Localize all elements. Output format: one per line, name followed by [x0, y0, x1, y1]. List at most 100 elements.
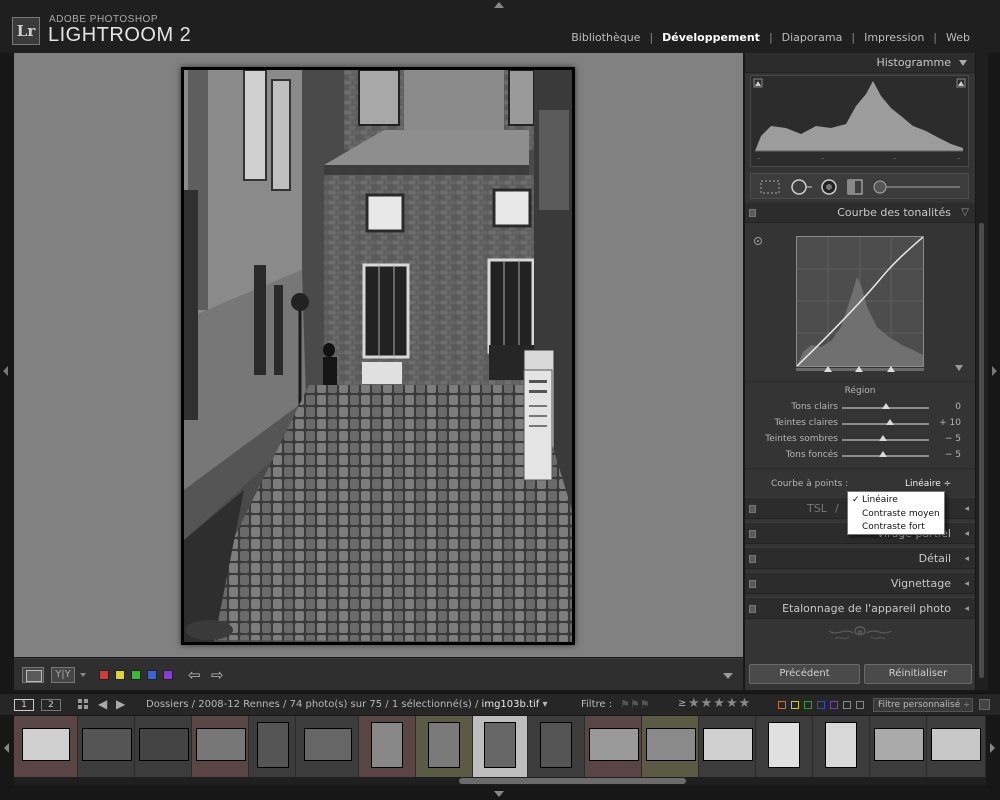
collapse-triangle-icon[interactable]	[959, 60, 967, 66]
panel-camera-calibration[interactable]: Etalonnage de l'appareil photo ◂	[745, 597, 975, 619]
filmstrip-cell[interactable]	[528, 716, 585, 777]
collapse-right-panel-icon[interactable]	[992, 366, 997, 376]
filmstrip-scroll-left-icon[interactable]	[4, 743, 9, 753]
menu-item-linear[interactable]: Linéaire	[862, 494, 898, 506]
color-filter-blue[interactable]	[817, 701, 825, 709]
before-after-button[interactable]: Y|Y	[51, 667, 75, 683]
filmstrip-cell[interactable]	[642, 716, 699, 777]
next-photo-arrow-icon[interactable]: ⇨	[211, 667, 224, 683]
slider-knob[interactable]	[878, 435, 887, 441]
filmstrip-cell[interactable]	[359, 716, 416, 777]
filmstrip-cell[interactable]	[14, 716, 78, 777]
filmstrip-cell[interactable]	[699, 716, 756, 777]
filter-lock-icon[interactable]	[979, 699, 990, 710]
filmstrip-cell[interactable]	[135, 716, 192, 777]
primary-window-button[interactable]: 1	[14, 699, 34, 711]
scrollbar-thumb[interactable]	[979, 223, 984, 678]
panel-toggle-switch-icon[interactable]	[749, 209, 756, 217]
color-filter-none[interactable]	[856, 701, 864, 709]
expand-chevron-icon[interactable]: ◂	[964, 573, 969, 595]
expand-chevron-icon[interactable]: ◂	[964, 498, 969, 520]
adjustment-brush-icon[interactable]	[872, 179, 962, 195]
color-label-green[interactable]	[131, 670, 141, 680]
reset-button[interactable]: Réinitialiser	[864, 664, 972, 684]
filmstrip-cell-selected[interactable]	[473, 716, 528, 777]
color-label-blue[interactable]	[147, 670, 157, 680]
slider-value[interactable]: + 10	[939, 418, 961, 428]
toolbar-options-icon[interactable]	[723, 673, 733, 679]
current-file-name[interactable]: img103b.tif	[482, 699, 540, 710]
module-library[interactable]: Bibliothèque	[569, 31, 642, 44]
color-label-yellow[interactable]	[115, 670, 125, 680]
color-filter-other[interactable]	[843, 701, 851, 709]
filmstrip-cell[interactable]	[249, 716, 296, 777]
region-split-handles[interactable]	[796, 364, 924, 376]
slider-darks[interactable]: Teintes sombres − 5	[745, 433, 975, 447]
filmstrip-scroll-right-icon[interactable]	[990, 743, 995, 753]
filmstrip-cell[interactable]	[927, 716, 986, 777]
expand-chevron-icon[interactable]: ◂	[964, 523, 969, 545]
slider-value[interactable]: − 5	[945, 450, 961, 460]
graduated-filter-icon[interactable]	[846, 179, 864, 195]
photo-street-scene[interactable]	[184, 70, 572, 642]
slider-lights[interactable]: Teintes claires + 10	[745, 417, 975, 431]
module-slideshow[interactable]: Diaporama	[780, 31, 845, 44]
menu-item-strong-contrast[interactable]: Contraste fort	[862, 521, 925, 533]
panel-toggle-switch-icon[interactable]	[749, 555, 756, 563]
back-arrow-icon[interactable]: ◀	[98, 697, 107, 711]
module-develop[interactable]: Développement	[660, 31, 762, 44]
tone-curve-graph[interactable]	[796, 236, 924, 367]
point-curve-select[interactable]: Linéaire ÷	[905, 479, 951, 489]
color-label-purple[interactable]	[163, 670, 173, 680]
custom-filter-select[interactable]: Filtre personnalisé ÷	[873, 698, 973, 712]
menu-item-medium-contrast[interactable]: Contraste moyen	[862, 508, 940, 520]
filmstrip-scrollbar[interactable]	[14, 777, 986, 785]
loupe-view-button[interactable]	[22, 667, 44, 683]
collapse-bottom-arrow-icon[interactable]	[494, 791, 504, 797]
grid-view-icon[interactable]	[78, 699, 90, 711]
before-after-menu-icon[interactable]	[80, 673, 86, 677]
collapse-left-panel-icon[interactable]	[3, 366, 8, 376]
filmstrip-cell[interactable]	[296, 716, 359, 777]
panel-toggle-switch-icon[interactable]	[749, 530, 756, 538]
histogram-header[interactable]: Histogramme	[745, 53, 975, 73]
color-filter-green[interactable]	[804, 701, 812, 709]
panel-toggle-switch-icon[interactable]	[749, 580, 756, 588]
curve-panel-menu-icon[interactable]	[955, 365, 963, 371]
slider-shadows[interactable]: Tons foncés − 5	[745, 449, 975, 463]
forward-arrow-icon[interactable]: ▶	[116, 697, 125, 711]
rating-operator[interactable]: ≥	[678, 698, 686, 709]
panel-toggle-switch-icon[interactable]	[749, 605, 756, 613]
filmstrip-cell[interactable]	[416, 716, 473, 777]
filmstrip-cell[interactable]	[585, 716, 642, 777]
expand-chevron-icon[interactable]: ◂	[964, 598, 969, 620]
filmstrip-cell[interactable]	[756, 716, 813, 777]
rating-filter-stars[interactable]: ★★★★★	[688, 696, 751, 711]
module-web[interactable]: Web	[944, 31, 972, 44]
secondary-window-button[interactable]: 2	[41, 699, 61, 711]
target-adjust-icon[interactable]	[753, 236, 763, 246]
color-label-red[interactable]	[99, 670, 109, 680]
slider-value[interactable]: − 5	[945, 434, 961, 444]
flag-filter-icons[interactable]: ⚑⚑⚑	[620, 698, 650, 711]
file-menu-caret-icon[interactable]: ▾	[542, 699, 547, 710]
slider-knob[interactable]	[878, 451, 887, 457]
color-filter-red[interactable]	[778, 701, 786, 709]
expand-chevron-icon[interactable]: ◂	[964, 548, 969, 570]
previous-photo-arrow-icon[interactable]: ⇦	[188, 667, 201, 683]
right-panel-scrollbar[interactable]	[976, 53, 988, 690]
color-filter-yellow[interactable]	[791, 701, 799, 709]
slider-knob[interactable]	[885, 419, 894, 425]
collapse-chevron-icon[interactable]: ▽	[961, 203, 969, 223]
panel-vignette[interactable]: Vignettage ◂	[745, 572, 975, 594]
filmstrip-cell[interactable]	[78, 716, 135, 777]
previous-settings-button[interactable]: Précédent	[749, 664, 860, 684]
path-breadcrumb[interactable]: Dossiers / 2008-12 Rennes / 74 photo(s) …	[146, 699, 478, 710]
slider-highlights[interactable]: Tons clairs 0	[745, 401, 975, 415]
panel-toggle-switch-icon[interactable]	[749, 505, 756, 513]
slider-knob[interactable]	[881, 403, 890, 409]
filmstrip-cell[interactable]	[870, 716, 927, 777]
panel-detail[interactable]: Détail ◂	[745, 547, 975, 569]
filmstrip-cell[interactable]	[813, 716, 870, 777]
collapse-top-arrow-icon[interactable]	[494, 2, 504, 8]
